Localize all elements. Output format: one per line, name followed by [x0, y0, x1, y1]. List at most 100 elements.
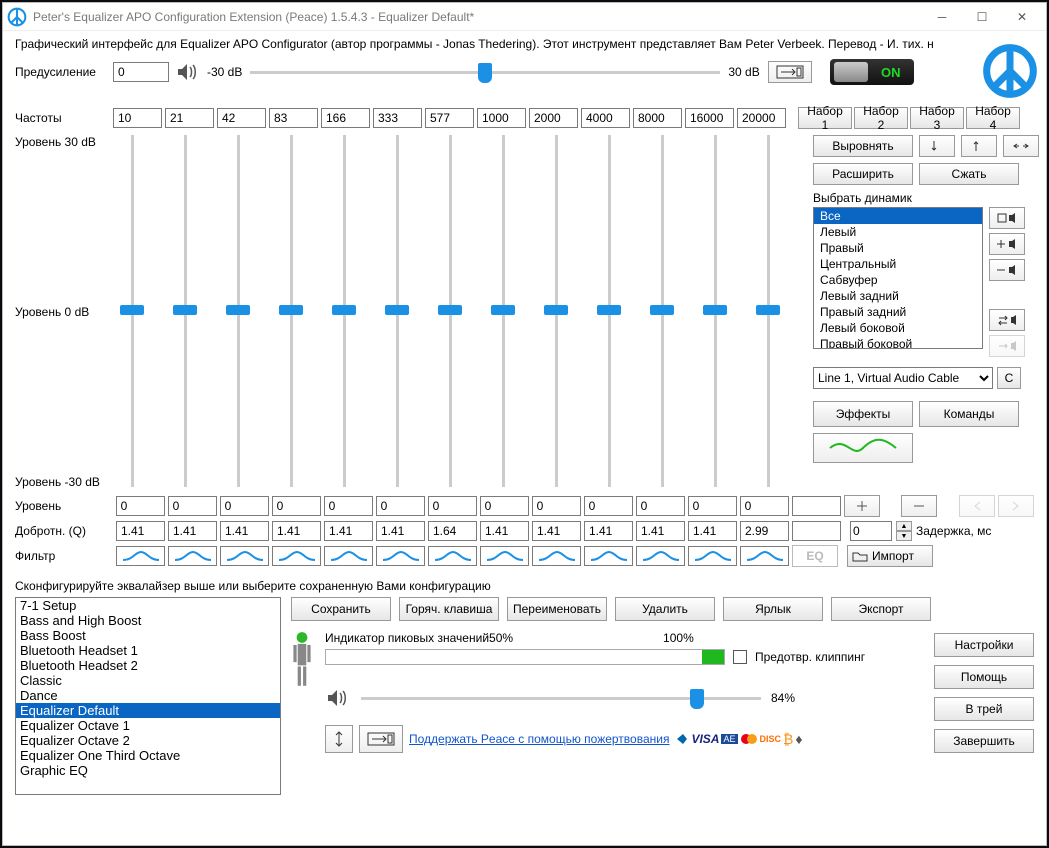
- export-button[interactable]: Экспорт: [831, 597, 931, 621]
- swap-lr-button[interactable]: [1003, 135, 1039, 157]
- gain-input-5[interactable]: [376, 496, 425, 516]
- q-input-9[interactable]: [584, 521, 633, 541]
- preset-item[interactable]: Graphic EQ: [16, 763, 280, 778]
- filter-type-11[interactable]: [688, 546, 737, 566]
- preamp-input[interactable]: [113, 62, 169, 82]
- shortcut-button[interactable]: Ярлык: [723, 597, 823, 621]
- eq-mode-button[interactable]: EQ: [792, 545, 838, 567]
- device-select[interactable]: Line 1, Virtual Audio Cable: [813, 367, 993, 389]
- q-input-10[interactable]: [636, 521, 685, 541]
- eq-slider-4[interactable]: [335, 135, 353, 487]
- filter-type-1[interactable]: [168, 546, 217, 566]
- eq-slider-6[interactable]: [441, 135, 459, 487]
- curve-view-button[interactable]: [813, 433, 913, 463]
- eq-slider-5[interactable]: [388, 135, 406, 487]
- preset-slot-1[interactable]: Набор 1: [798, 107, 852, 129]
- gain-input-0[interactable]: [116, 496, 165, 516]
- q-input-2[interactable]: [220, 521, 269, 541]
- expand-button[interactable]: Расширить: [813, 163, 913, 185]
- preset-item[interactable]: Bass and High Boost: [16, 613, 280, 628]
- filter-type-10[interactable]: [636, 546, 685, 566]
- speaker-item[interactable]: Правый задний: [814, 304, 982, 320]
- frequency-input-9[interactable]: [581, 108, 630, 128]
- preset-item[interactable]: Bluetooth Headset 1: [16, 643, 280, 658]
- gain-right-button[interactable]: [998, 495, 1034, 517]
- prevent-clipping-checkbox[interactable]: [733, 650, 747, 664]
- gain-extra-input[interactable]: [792, 496, 841, 516]
- frequency-input-8[interactable]: [529, 108, 578, 128]
- frequency-input-1[interactable]: [165, 108, 214, 128]
- preset-item[interactable]: Classic: [16, 673, 280, 688]
- gain-input-10[interactable]: [636, 496, 685, 516]
- gain-left-button[interactable]: [959, 495, 995, 517]
- gain-input-7[interactable]: [480, 496, 529, 516]
- gain-input-9[interactable]: [584, 496, 633, 516]
- help-button[interactable]: Помощь: [934, 665, 1034, 689]
- maximize-button[interactable]: ☐: [962, 4, 1002, 30]
- q-input-12[interactable]: [740, 521, 789, 541]
- rename-button[interactable]: Переименовать: [507, 597, 607, 621]
- minimize-button[interactable]: ─: [922, 4, 962, 30]
- q-extra-input[interactable]: [792, 521, 841, 541]
- eq-slider-1[interactable]: [176, 135, 194, 487]
- sort-down-button[interactable]: [919, 135, 955, 157]
- gain-input-8[interactable]: [532, 496, 581, 516]
- resize-vertical-button[interactable]: [325, 725, 353, 753]
- q-input-8[interactable]: [532, 521, 581, 541]
- eq-slider-9[interactable]: [600, 135, 618, 487]
- gain-input-4[interactable]: [324, 496, 373, 516]
- filter-type-3[interactable]: [272, 546, 321, 566]
- flatten-button[interactable]: Выровнять: [813, 135, 913, 157]
- preset-slot-4[interactable]: Набор 4: [966, 107, 1020, 129]
- close-button[interactable]: ✕: [1002, 4, 1042, 30]
- gain-input-12[interactable]: [740, 496, 789, 516]
- frequency-input-11[interactable]: [685, 108, 734, 128]
- speaker-mono-button[interactable]: [989, 207, 1025, 229]
- gain-input-2[interactable]: [220, 496, 269, 516]
- gain-input-11[interactable]: [688, 496, 737, 516]
- frequency-input-2[interactable]: [217, 108, 266, 128]
- eq-slider-2[interactable]: [229, 135, 247, 487]
- compress-button[interactable]: Сжать: [919, 163, 1019, 185]
- filter-type-4[interactable]: [324, 546, 373, 566]
- preset-item[interactable]: Equalizer Octave 2: [16, 733, 280, 748]
- filter-type-7[interactable]: [480, 546, 529, 566]
- filter-type-6[interactable]: [428, 546, 477, 566]
- preset-item[interactable]: Dance: [16, 688, 280, 703]
- speaker-item[interactable]: Левый боковой: [814, 320, 982, 336]
- q-input-11[interactable]: [688, 521, 737, 541]
- gain-input-1[interactable]: [168, 496, 217, 516]
- speaker-add-button[interactable]: [989, 233, 1025, 255]
- filter-type-5[interactable]: [376, 546, 425, 566]
- power-toggle[interactable]: ON: [830, 59, 914, 85]
- speaker-swap-button[interactable]: [989, 309, 1025, 331]
- frequency-input-5[interactable]: [373, 108, 422, 128]
- speaker-item[interactable]: Левый задний: [814, 288, 982, 304]
- donate-link[interactable]: Поддержать Peace с помощью пожертвования: [409, 732, 669, 746]
- gain-input-6[interactable]: [428, 496, 477, 516]
- frequency-input-12[interactable]: [737, 108, 786, 128]
- speaker-copy-button[interactable]: [989, 335, 1025, 357]
- frequency-input-7[interactable]: [477, 108, 526, 128]
- q-input-0[interactable]: [116, 521, 165, 541]
- speaker-item[interactable]: Левый: [814, 224, 982, 240]
- preset-item[interactable]: Bass Boost: [16, 628, 280, 643]
- frequency-input-4[interactable]: [321, 108, 370, 128]
- filter-type-12[interactable]: [740, 546, 789, 566]
- lock-button[interactable]: [768, 61, 812, 83]
- save-button[interactable]: Сохранить: [291, 597, 391, 621]
- device-c-button[interactable]: C: [997, 367, 1021, 389]
- speaker-item[interactable]: Все: [814, 208, 982, 224]
- q-input-7[interactable]: [480, 521, 529, 541]
- preset-item[interactable]: Bluetooth Headset 2: [16, 658, 280, 673]
- filter-type-2[interactable]: [220, 546, 269, 566]
- q-input-6[interactable]: [428, 521, 477, 541]
- eq-slider-0[interactable]: [123, 135, 141, 487]
- speaker-list[interactable]: ВсеЛевыйПравыйЦентральныйСабвуферЛевый з…: [813, 207, 983, 349]
- speaker-item[interactable]: Центральный: [814, 256, 982, 272]
- frequency-input-10[interactable]: [633, 108, 682, 128]
- q-input-5[interactable]: [376, 521, 425, 541]
- filter-type-8[interactable]: [532, 546, 581, 566]
- q-input-1[interactable]: [168, 521, 217, 541]
- preset-slot-3[interactable]: Набор 3: [910, 107, 964, 129]
